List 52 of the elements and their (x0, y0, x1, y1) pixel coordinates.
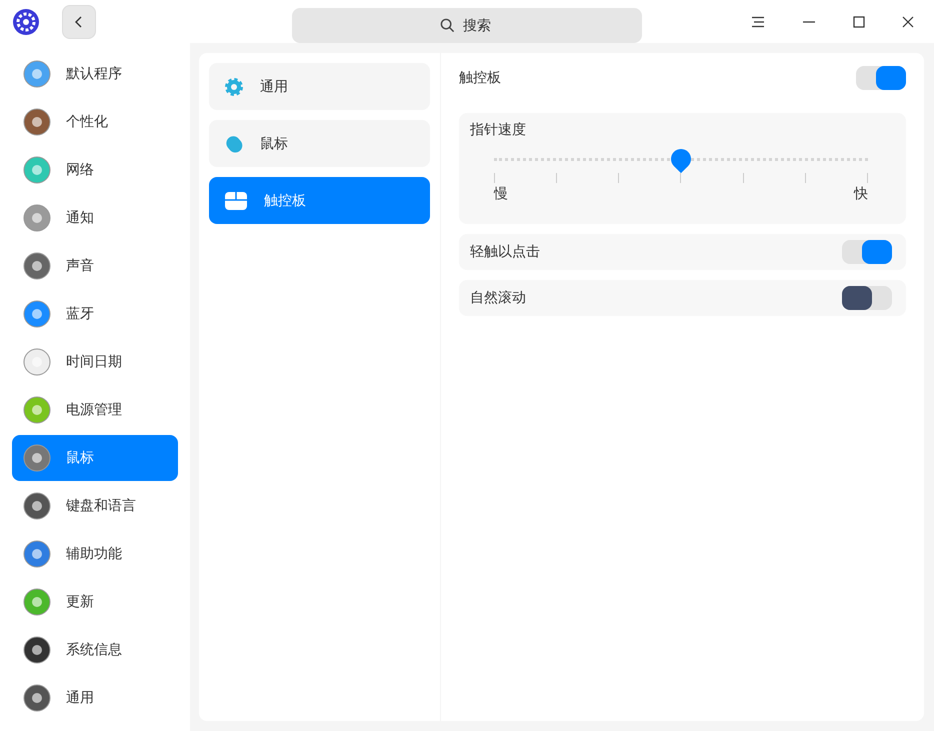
sidebar-item[interactable]: 更新 (12, 579, 178, 625)
app-icon (22, 491, 52, 521)
maximize-icon[interactable] (853, 16, 865, 28)
close-icon[interactable] (902, 16, 914, 28)
app-icon (22, 443, 52, 473)
slider-min-label: 慢 (494, 185, 508, 203)
app-icon (22, 59, 52, 89)
minimize-icon[interactable] (802, 20, 816, 22)
nav-item[interactable]: 触控板 (209, 177, 430, 224)
search-field[interactable]: 搜索 (292, 8, 642, 43)
sidebar-item[interactable]: 蓝牙 (12, 291, 178, 337)
app-icon (22, 107, 52, 137)
app-icon (22, 347, 52, 377)
sidebar-item[interactable]: 辅助功能 (12, 531, 178, 577)
sidebar-item[interactable]: 键盘和语言 (12, 483, 178, 529)
menu-icon[interactable] (751, 16, 765, 28)
sidebar-item[interactable]: 电源管理 (12, 387, 178, 433)
setting-label: 轻触以点击 (470, 243, 540, 261)
app-icon (22, 635, 52, 665)
app-icon (22, 203, 52, 233)
slider-track[interactable] (494, 147, 868, 173)
app-icon (22, 587, 52, 617)
sidebar-item[interactable]: 时间日期 (12, 339, 178, 385)
sidebar-item[interactable]: 网络 (12, 147, 178, 193)
app-icon (22, 299, 52, 329)
toggle-switch[interactable] (856, 66, 906, 90)
search-icon (440, 18, 455, 33)
sidebar-item[interactable]: 声音 (12, 243, 178, 289)
sidebar-item[interactable]: 个性化 (12, 99, 178, 145)
toggle-switch[interactable] (842, 240, 892, 264)
app-icon (22, 539, 52, 569)
app-icon (22, 251, 52, 281)
app-icon (22, 683, 52, 713)
sidebar-item[interactable]: 通用 (12, 675, 178, 721)
sidebar-item[interactable]: 默认程序 (12, 51, 178, 97)
settings-icon (12, 8, 40, 36)
sidebar-item[interactable]: 系统信息 (12, 627, 178, 673)
sidebar-item[interactable]: 通知 (12, 195, 178, 241)
slider-max-label: 快 (854, 185, 868, 203)
nav-item[interactable]: 通用 (209, 63, 430, 110)
setting-label: 自然滚动 (470, 289, 526, 307)
setting-label: 指针速度 (470, 121, 527, 139)
app-icon (22, 395, 52, 425)
section-title: 触控板 (459, 69, 501, 87)
sidebar-item[interactable]: 鼠标 (12, 435, 178, 481)
gear-icon (224, 76, 244, 96)
touchpad-icon (224, 190, 248, 210)
nav-item[interactable]: 鼠标 (209, 120, 430, 167)
toggle-switch[interactable] (842, 286, 892, 310)
app-icon (22, 155, 52, 185)
back-button[interactable] (62, 4, 96, 38)
chevron-left-icon (74, 16, 84, 28)
